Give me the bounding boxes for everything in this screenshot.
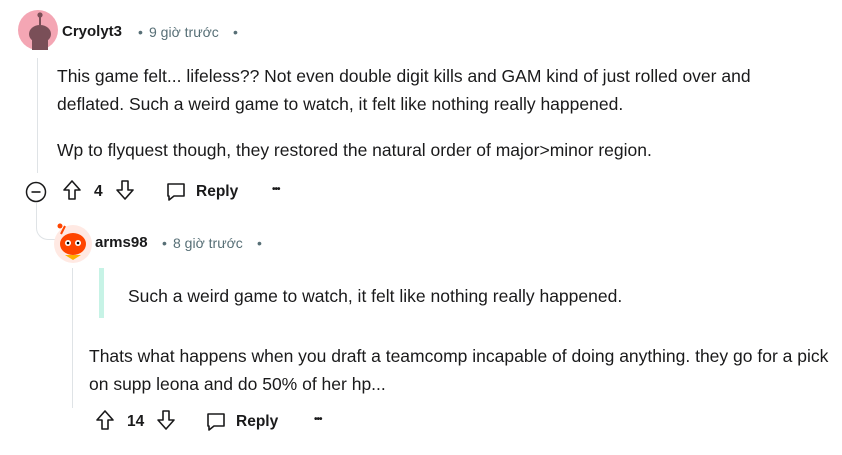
reply-label: Reply [236,413,279,430]
arrow-down-icon [157,409,176,430]
vote-count: 4 [94,183,103,200]
quoted-text: Such a weird game to watch, it felt like… [128,286,623,306]
upvote-button[interactable] [95,409,115,436]
comment-timestamp[interactable]: 8 giờ trước [173,235,243,251]
comment-author[interactable]: arms98 [95,234,148,251]
comment-body: Thats what happens when you draft a team… [89,342,829,398]
avatar[interactable] [18,10,58,50]
more-options-button[interactable]: ••• [272,184,280,195]
arrow-up-icon [96,409,114,430]
collapse-button[interactable] [25,181,47,203]
downvote-button[interactable] [115,179,135,206]
reply-button[interactable]: Reply [165,180,238,204]
reply-button[interactable]: Reply [205,410,278,434]
thread-line[interactable] [72,268,73,408]
comment-paragraph: This game felt... lifeless?? Not even do… [57,66,751,114]
comment-actions: 4 [62,179,135,206]
arrow-down-icon [115,179,134,200]
comment-body: This game felt... lifeless?? Not even do… [57,62,817,164]
speech-bubble-icon [167,183,185,201]
separator-dot: • [162,235,167,251]
speech-bubble-icon [207,413,225,431]
collapse-minus-icon [25,181,47,203]
more-options-icon: ••• [272,184,280,195]
vote-count: 14 [127,413,145,430]
comment-author[interactable]: Cryolyt3 [62,23,122,40]
thread-line[interactable] [37,58,38,173]
separator-dot: • [233,24,238,40]
quote-bar [99,268,104,318]
comment-actions: 14 [95,409,176,436]
comment-paragraph: Wp to flyquest though, they restored the… [57,140,652,160]
reply-label: Reply [196,183,239,200]
arrow-up-icon [63,179,81,200]
downvote-button[interactable] [156,409,176,436]
more-options-icon: ••• [314,414,322,425]
more-options-button[interactable]: ••• [314,414,322,425]
avatar[interactable] [53,222,93,263]
comment-paragraph: Thats what happens when you draft a team… [89,346,829,394]
separator-dot: • [138,24,143,40]
upvote-button[interactable] [62,179,82,206]
comment-timestamp[interactable]: 9 giờ trước [149,24,219,40]
separator-dot: • [257,235,262,251]
